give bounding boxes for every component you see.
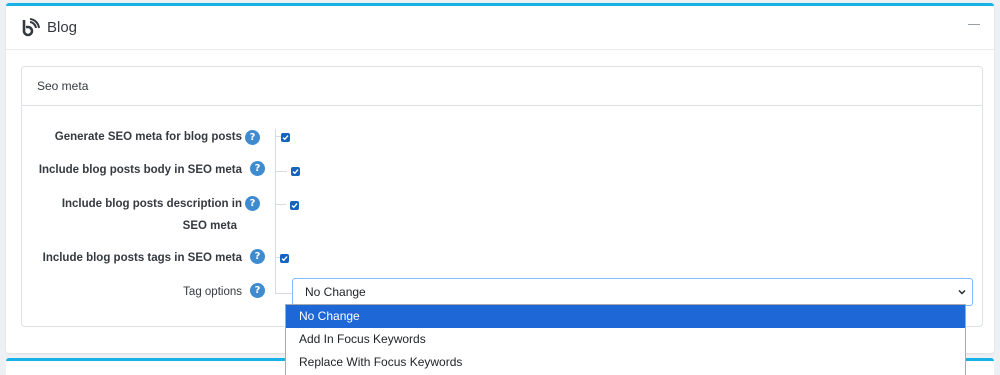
panel-header: Blog [6,6,994,50]
setting-label-include-description: Include blog posts description in SEO me… [62,193,242,237]
help-icon[interactable]: ? [250,283,265,298]
tag-options-value: No Change [305,285,366,299]
tag-options-label: Tag options [183,286,242,298]
checkbox-include-description[interactable] [290,201,299,210]
checkbox-include-tags[interactable] [280,254,289,263]
checkbox-include-body[interactable] [291,167,300,176]
chevron-down-icon [958,290,966,295]
tag-options-select[interactable]: No Change [292,278,973,306]
checkmark-icon [292,169,299,175]
help-icon[interactable]: ? [245,130,260,145]
help-icon[interactable]: ? [250,161,265,176]
checkmark-icon [281,256,288,262]
checkmark-icon [291,203,298,209]
seo-meta-card: Seo meta Generate SEO meta for blog post… [21,66,983,327]
dropdown-option[interactable]: Add In Focus Keywords [286,328,965,351]
checkbox-generate-seo[interactable] [281,133,290,142]
connector-line [275,293,292,294]
connector-line [275,204,286,205]
help-icon[interactable]: ? [250,249,265,264]
blog-panel: Blog Seo meta Generate SEO meta for blog… [6,3,994,353]
help-icon[interactable]: ? [245,196,260,211]
connector-line [275,129,276,294]
panel-title: Blog [47,19,78,36]
connector-line [275,171,287,172]
setting-label-include-tags: Include blog posts tags in SEO meta [42,252,242,264]
collapse-button[interactable] [968,20,980,30]
section-title: Seo meta [22,67,982,106]
tag-options-dropdown: No Change Add In Focus Keywords Replace … [285,304,966,375]
checkmark-icon [282,135,289,141]
setting-label-include-body: Include blog posts body in SEO meta [38,164,242,176]
setting-label-line: Include blog posts description in [61,198,242,210]
dropdown-option[interactable]: No Change [286,305,965,328]
setting-label-generate-seo: Generate SEO meta for blog posts [54,131,242,143]
blog-rss-icon [22,17,40,36]
setting-label-line: SEO meta [182,220,237,232]
dropdown-option[interactable]: Replace With Focus Keywords [286,351,965,374]
